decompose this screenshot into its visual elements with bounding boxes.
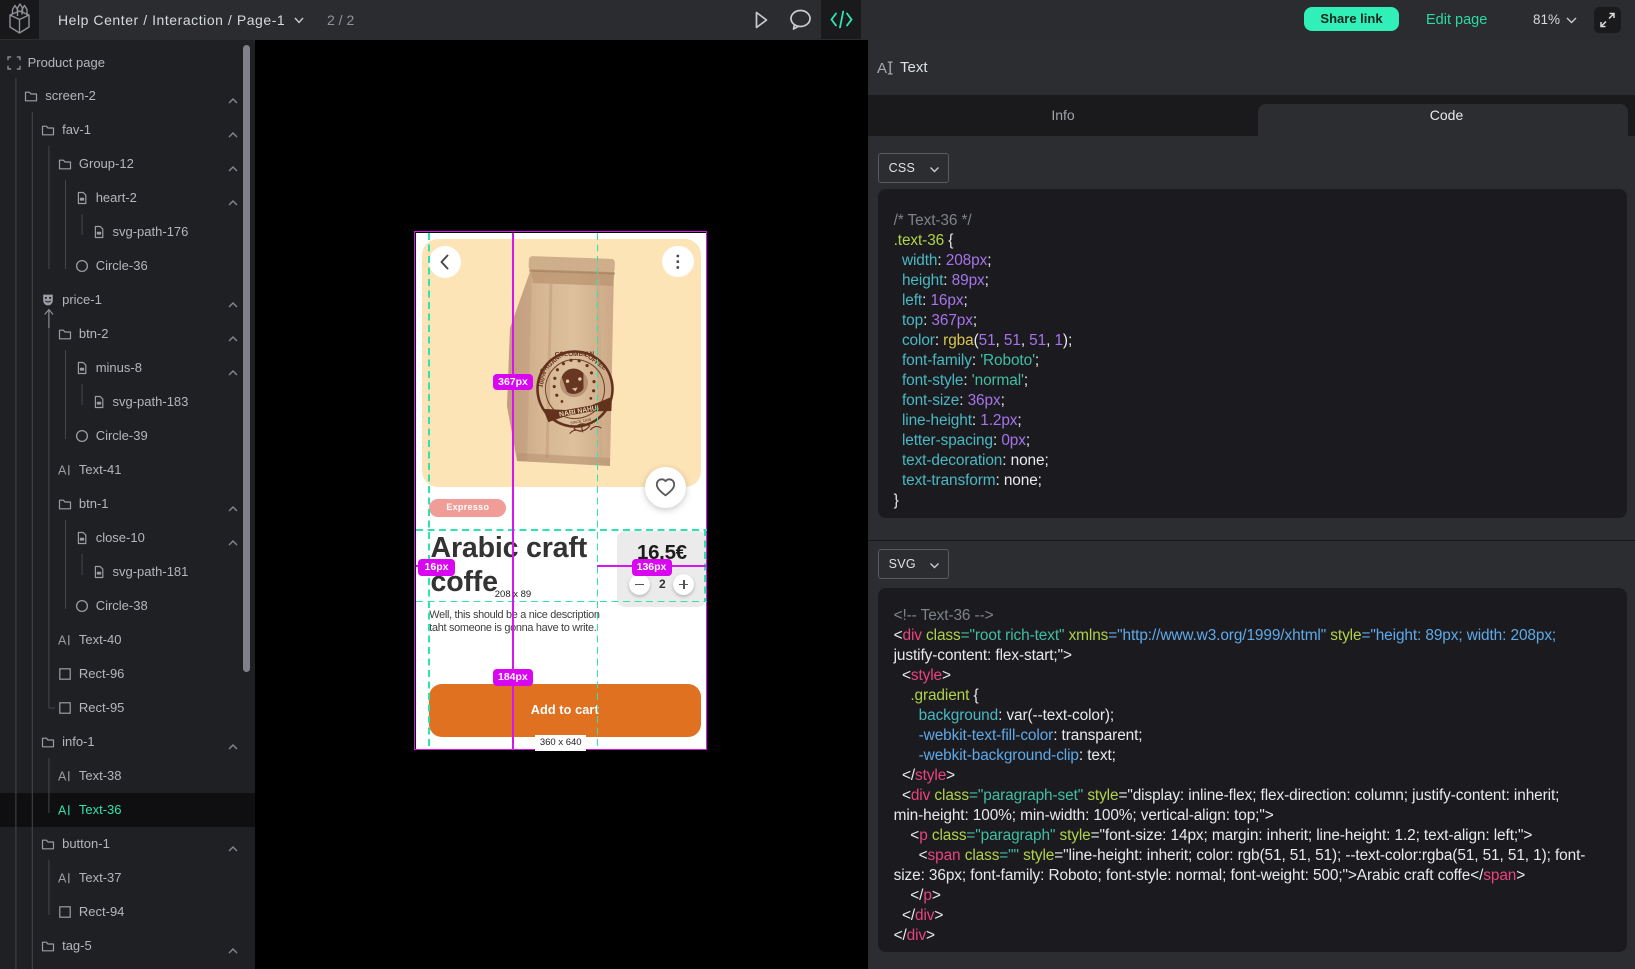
svg-text:A: A [58,872,67,886]
svg-text:A: A [877,60,887,76]
svg-text:A: A [58,804,67,818]
svg-text:A: A [58,464,67,478]
svg-text:A: A [58,770,67,784]
svg-text:A: A [58,634,67,648]
